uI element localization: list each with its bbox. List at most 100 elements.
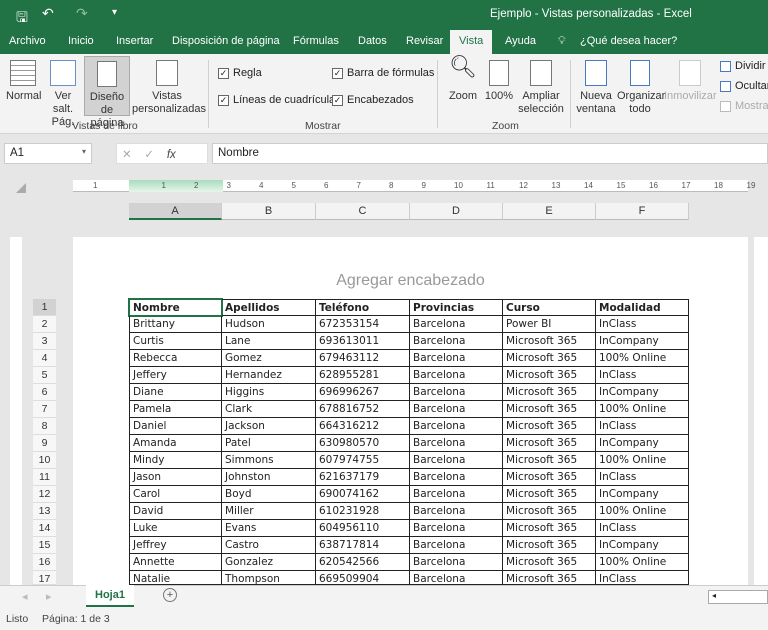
tab-vista[interactable]: Vista [450, 30, 493, 54]
freeze-panes-button[interactable]: Inmovilizar [664, 60, 717, 103]
column-header-A[interactable]: A [129, 203, 222, 220]
table-cell[interactable]: Diane [129, 384, 222, 401]
table-cell[interactable]: 621637179 [316, 469, 410, 486]
tab-ayuda[interactable]: Ayuda [505, 35, 536, 47]
headings-checkbox[interactable]: ✓ Encabezados [332, 94, 414, 106]
undo-icon[interactable]: ↶ [42, 5, 54, 22]
page-layout-view-button[interactable]: Diseño de página [84, 56, 130, 129]
enter-icon[interactable]: ✓ [144, 149, 154, 161]
unhide-button[interactable]: Mostrar [720, 100, 768, 112]
table-cell[interactable]: InClass [596, 316, 689, 333]
table-cell[interactable]: 100% Online [596, 503, 689, 520]
row-header[interactable]: 10 [33, 452, 56, 469]
tab-disposicion[interactable]: Disposición de página [172, 35, 280, 47]
table-cell[interactable]: InCompany [596, 435, 689, 452]
table-cell[interactable]: Brittany [129, 316, 222, 333]
table-cell[interactable]: Microsoft 365 [503, 503, 596, 520]
row-header[interactable]: 8 [33, 418, 56, 435]
tab-revisar[interactable]: Revisar [406, 35, 443, 47]
table-cell[interactable]: Microsoft 365 [503, 435, 596, 452]
table-cell[interactable]: Patel [222, 435, 316, 452]
header-placeholder[interactable]: Agregar encabezado [73, 272, 748, 290]
table-cell[interactable]: 607974755 [316, 452, 410, 469]
horizontal-scrollbar[interactable]: ◂ [708, 590, 768, 604]
table-cell[interactable]: InCompany [596, 486, 689, 503]
table-header-cell[interactable]: Provincias [410, 299, 503, 316]
table-cell[interactable]: Curtis [129, 333, 222, 350]
table-cell[interactable]: Microsoft 365 [503, 452, 596, 469]
table-cell[interactable]: Clark [222, 401, 316, 418]
table-cell[interactable]: Simmons [222, 452, 316, 469]
column-header-E[interactable]: E [503, 203, 596, 220]
table-cell[interactable]: Jackson [222, 418, 316, 435]
table-cell[interactable]: 100% Online [596, 350, 689, 367]
ruler-checkbox[interactable]: ✓ Regla [218, 67, 262, 79]
row-header[interactable]: 1 [33, 299, 56, 316]
table-cell[interactable]: Barcelona [410, 384, 503, 401]
table-cell[interactable]: Microsoft 365 [503, 537, 596, 554]
table-cell[interactable]: Microsoft 365 [503, 333, 596, 350]
table-cell[interactable]: 664316212 [316, 418, 410, 435]
next-sheet-icon[interactable]: ▸ [46, 590, 52, 603]
table-cell[interactable]: Jeffery [129, 367, 222, 384]
table-cell[interactable]: Microsoft 365 [503, 469, 596, 486]
table-cell[interactable]: Barcelona [410, 520, 503, 537]
table-cell[interactable]: Microsoft 365 [503, 554, 596, 571]
table-cell[interactable]: 672353154 [316, 316, 410, 333]
zoom-100-button[interactable]: 100% [484, 60, 514, 103]
table-cell[interactable]: Gonzalez [222, 554, 316, 571]
row-header[interactable]: 11 [33, 469, 56, 486]
table-cell[interactable]: Microsoft 365 [503, 350, 596, 367]
add-sheet-icon[interactable]: + [163, 588, 177, 602]
table-cell[interactable]: Barcelona [410, 367, 503, 384]
formula-bar-checkbox[interactable]: ✓ Barra de fórmulas [332, 67, 434, 79]
table-cell[interactable]: Pamela [129, 401, 222, 418]
table-cell[interactable]: Evans [222, 520, 316, 537]
row-header[interactable]: 2 [33, 316, 56, 333]
table-cell[interactable]: InCompany [596, 333, 689, 350]
row-header[interactable]: 15 [33, 537, 56, 554]
table-cell[interactable]: Jason [129, 469, 222, 486]
row-header[interactable]: 14 [33, 520, 56, 537]
table-cell[interactable]: Barcelona [410, 350, 503, 367]
select-all-button[interactable] [16, 183, 26, 193]
table-cell[interactable]: 638717814 [316, 537, 410, 554]
table-cell[interactable]: Barcelona [410, 571, 503, 585]
page-break-view-button[interactable]: Ver salt. Pág. [44, 60, 82, 129]
table-header-cell[interactable]: Modalidad [596, 299, 689, 316]
sheet-tab-hoja1[interactable]: Hoja1 [86, 585, 134, 607]
row-header[interactable]: 16 [33, 554, 56, 571]
table-cell[interactable]: 678816752 [316, 401, 410, 418]
table-cell[interactable]: Barcelona [410, 486, 503, 503]
new-window-button[interactable]: Nueva ventana [576, 60, 616, 116]
table-cell[interactable]: 620542566 [316, 554, 410, 571]
table-cell[interactable]: Microsoft 365 [503, 401, 596, 418]
table-cell[interactable]: Barcelona [410, 537, 503, 554]
save-icon[interactable]: 🖫 [16, 7, 28, 31]
table-cell[interactable]: InClass [596, 571, 689, 585]
table-cell[interactable]: InClass [596, 469, 689, 486]
row-header[interactable]: 5 [33, 367, 56, 384]
zoom-button[interactable]: 🔍︎ Zoom [446, 56, 480, 103]
table-cell[interactable]: Barcelona [410, 401, 503, 418]
table-cell[interactable]: Johnston [222, 469, 316, 486]
table-cell[interactable]: 100% Online [596, 554, 689, 571]
table-cell[interactable]: David [129, 503, 222, 520]
table-cell[interactable]: 100% Online [596, 401, 689, 418]
row-header[interactable]: 3 [33, 333, 56, 350]
table-cell[interactable]: InClass [596, 418, 689, 435]
table-cell[interactable]: 628955281 [316, 367, 410, 384]
function-icon[interactable]: fx [167, 149, 176, 161]
tab-insertar[interactable]: Insertar [116, 35, 153, 47]
table-cell[interactable]: 604956110 [316, 520, 410, 537]
table-cell[interactable]: Microsoft 365 [503, 486, 596, 503]
arrange-all-button[interactable]: Organizar todo [617, 60, 665, 116]
normal-view-button[interactable]: Normal [6, 60, 41, 103]
table-cell[interactable]: Hernandez [222, 367, 316, 384]
column-header-F[interactable]: F [596, 203, 689, 220]
table-cell[interactable]: 669509904 [316, 571, 410, 585]
tell-me-search[interactable]: ¿Qué desea hacer? [580, 35, 677, 47]
row-header[interactable]: 7 [33, 401, 56, 418]
split-button[interactable]: Dividir [720, 60, 766, 72]
zoom-selection-button[interactable]: Ampliar selección [518, 60, 564, 116]
